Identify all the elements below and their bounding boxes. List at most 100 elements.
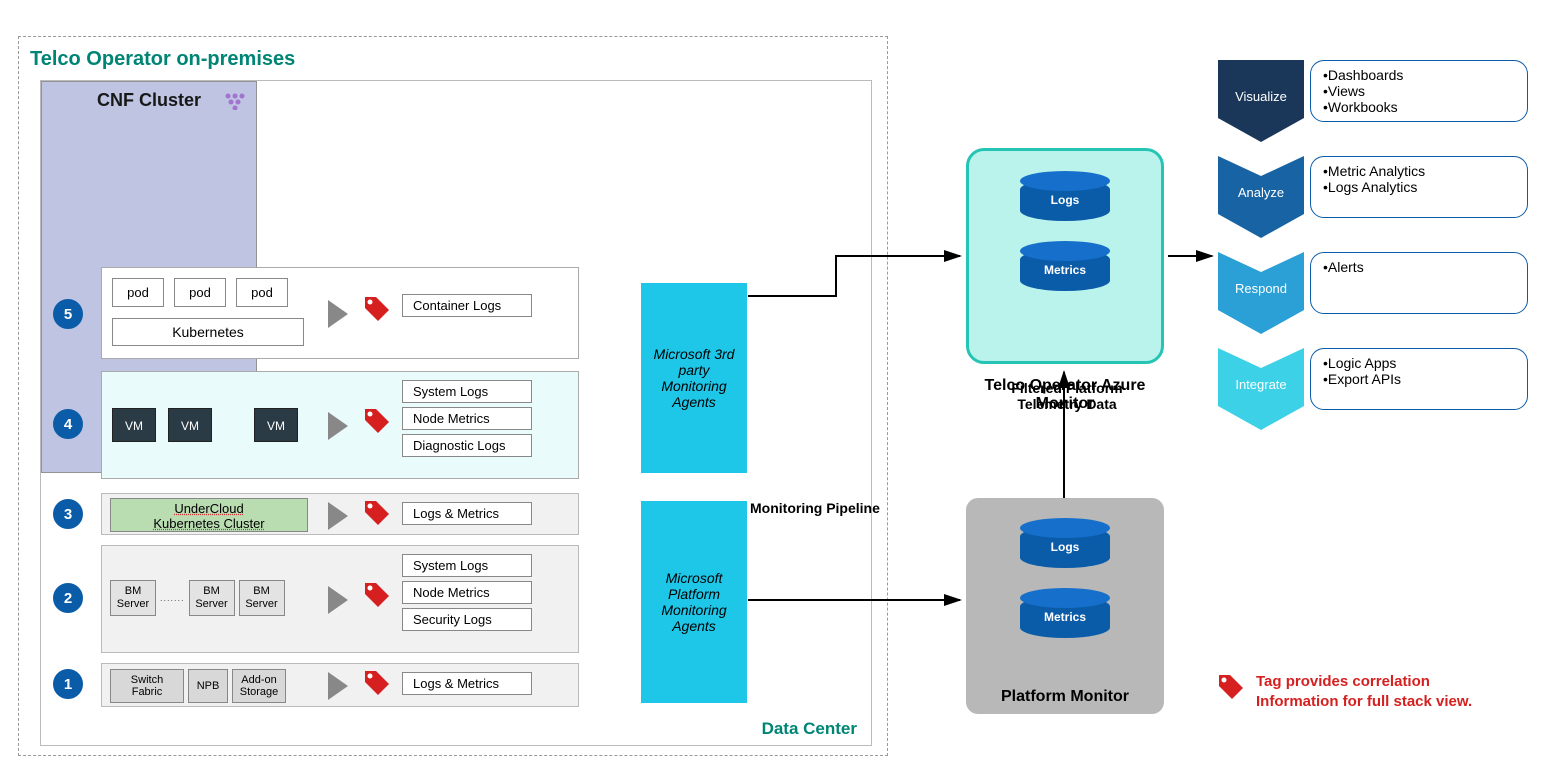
vm-box: VM [168, 408, 212, 442]
layer1-logs: Logs & Metrics [402, 672, 532, 695]
chevron-column: Visualize •Dashboards •Views •Workbooks … [1218, 60, 1528, 420]
item: •Alerts [1323, 259, 1515, 275]
kubernetes-box: Kubernetes [112, 318, 304, 346]
bm-server-box: BM Server [239, 580, 285, 616]
log-item: Node Metrics [402, 581, 532, 604]
log-item: System Logs [402, 380, 532, 403]
chevron-row-analyze: Analyze •Metric Analytics •Logs Analytic… [1218, 156, 1528, 228]
cyl-label: Logs [1020, 540, 1110, 554]
cyl-label: Metrics [1020, 263, 1110, 277]
legend-text: Tag provides correlation Information for… [1256, 672, 1472, 712]
chevron-items-visualize: •Dashboards •Views •Workbooks [1310, 60, 1528, 122]
tag-icon [362, 580, 392, 615]
cylinder-logs: Logs [969, 179, 1161, 221]
layer2-row: BM Server ....... BM Server BM Server Sy… [101, 545, 579, 653]
cylinder-metrics: Metrics [969, 249, 1161, 291]
log-item: Diagnostic Logs [402, 434, 532, 457]
vm-box: VM [112, 408, 156, 442]
undercloud-box: UnderCloud Kubernetes Cluster [110, 498, 308, 532]
chevron-label: Respond [1235, 281, 1287, 296]
bm-server-box: BM Server [110, 580, 156, 616]
chevron-label: Visualize [1235, 89, 1287, 104]
bm-row: BM Server ....... BM Server BM Server [110, 580, 285, 616]
azure-monitor-title: Telco Operator Azure Monitor [969, 377, 1161, 413]
cylinder-logs: Logs [966, 526, 1164, 568]
item: •Logic Apps [1323, 355, 1515, 371]
undercloud-line1: UnderCloud [111, 501, 307, 516]
bm-server-box: BM Server [189, 580, 235, 616]
pods-row: pod pod pod [112, 278, 288, 307]
chevron-respond: Respond [1218, 252, 1304, 324]
layer5-row: pod pod pod Kubernetes Container Logs [101, 267, 579, 359]
agent-3p-box: Microsoft 3rd party Monitoring Agents [641, 283, 747, 473]
log-item: Logs & Metrics [402, 502, 532, 525]
arrow-icon [328, 502, 348, 535]
item: •Views [1323, 83, 1515, 99]
chevron-items-respond: •Alerts [1310, 252, 1528, 314]
datacenter-label: Data Center [762, 719, 857, 739]
infra-box: NPB [188, 669, 228, 703]
ellipsis: ....... [160, 593, 185, 603]
datacenter-box: Data Center CNF Cluster pod pod pod Kube… [40, 80, 872, 746]
chevron-row-respond: Respond •Alerts [1218, 252, 1528, 324]
chevron-label: Integrate [1235, 377, 1286, 392]
platform-monitor-title: Platform Monitor [966, 688, 1164, 706]
azure-monitor-box: Logs Metrics Telco Operator Azure Monito… [966, 148, 1164, 364]
layer4-logs: System Logs Node Metrics Diagnostic Logs [402, 380, 532, 457]
layer4-row: VM VM VM System Logs Node Metrics Diagno… [101, 371, 579, 479]
legend-line1: Tag provides correlation [1256, 672, 1472, 692]
arrow-icon [328, 412, 348, 445]
undercloud-line2: Kubernetes Cluster [111, 516, 307, 531]
chevron-items-integrate: •Logic Apps •Export APIs [1310, 348, 1528, 410]
legend: Tag provides correlation Information for… [1216, 672, 1472, 712]
pod-box: pod [112, 278, 164, 307]
tag-icon [362, 668, 392, 703]
item: •Metric Analytics [1323, 163, 1515, 179]
legend-line2: Information for full stack view. [1256, 692, 1472, 712]
layer3-logs: Logs & Metrics [402, 502, 532, 525]
arrow-icon [328, 300, 348, 333]
chevron-row-visualize: Visualize •Dashboards •Views •Workbooks [1218, 60, 1528, 132]
cluster-icon [224, 92, 246, 115]
badge-2: 2 [53, 583, 83, 613]
item: •Export APIs [1323, 371, 1515, 387]
infra-box: Switch Fabric [110, 669, 184, 703]
vm-box: VM [254, 408, 298, 442]
cylinder-metrics: Metrics [966, 596, 1164, 638]
layer3-row: UnderCloud Kubernetes Cluster Logs & Met… [101, 493, 579, 535]
layer2-logs: System Logs Node Metrics Security Logs [402, 554, 532, 631]
tag-icon [362, 498, 392, 533]
item: •Logs Analytics [1323, 179, 1515, 195]
item: •Workbooks [1323, 99, 1515, 115]
log-item: Node Metrics [402, 407, 532, 430]
chevron-items-analyze: •Metric Analytics •Logs Analytics [1310, 156, 1528, 218]
agent-platform-box: Microsoft Platform Monitoring Agents [641, 501, 747, 703]
chevron-row-integrate: Integrate •Logic Apps •Export APIs [1218, 348, 1528, 420]
item: •Dashboards [1323, 67, 1515, 83]
chevron-analyze: Analyze [1218, 156, 1304, 228]
badge-5: 5 [53, 299, 83, 329]
arrow-icon [328, 586, 348, 619]
layer1-row: Switch Fabric NPB Add-on Storage Logs & … [101, 663, 579, 707]
layer5-logs: Container Logs [402, 294, 532, 317]
pipeline-label: Monitoring Pipeline [750, 500, 880, 516]
cyl-label: Metrics [1020, 610, 1110, 624]
tag-icon [1216, 672, 1246, 707]
badge-1: 1 [53, 669, 83, 699]
log-item: Security Logs [402, 608, 532, 631]
chevron-label: Analyze [1238, 185, 1284, 200]
infra-row: Switch Fabric NPB Add-on Storage [110, 669, 286, 703]
chevron-visualize: Visualize [1218, 60, 1304, 132]
pod-box: pod [174, 278, 226, 307]
infra-box: Add-on Storage [232, 669, 286, 703]
tag-icon [362, 406, 392, 441]
pod-box: pod [236, 278, 288, 307]
vm-row: VM VM VM [112, 408, 298, 442]
onprem-title: Telco Operator on-premises [30, 48, 295, 71]
log-item: Container Logs [402, 294, 532, 317]
cyl-label: Logs [1020, 193, 1110, 207]
badge-4: 4 [53, 409, 83, 439]
log-item: System Logs [402, 554, 532, 577]
tag-icon [362, 294, 392, 329]
arrow-icon [328, 672, 348, 705]
